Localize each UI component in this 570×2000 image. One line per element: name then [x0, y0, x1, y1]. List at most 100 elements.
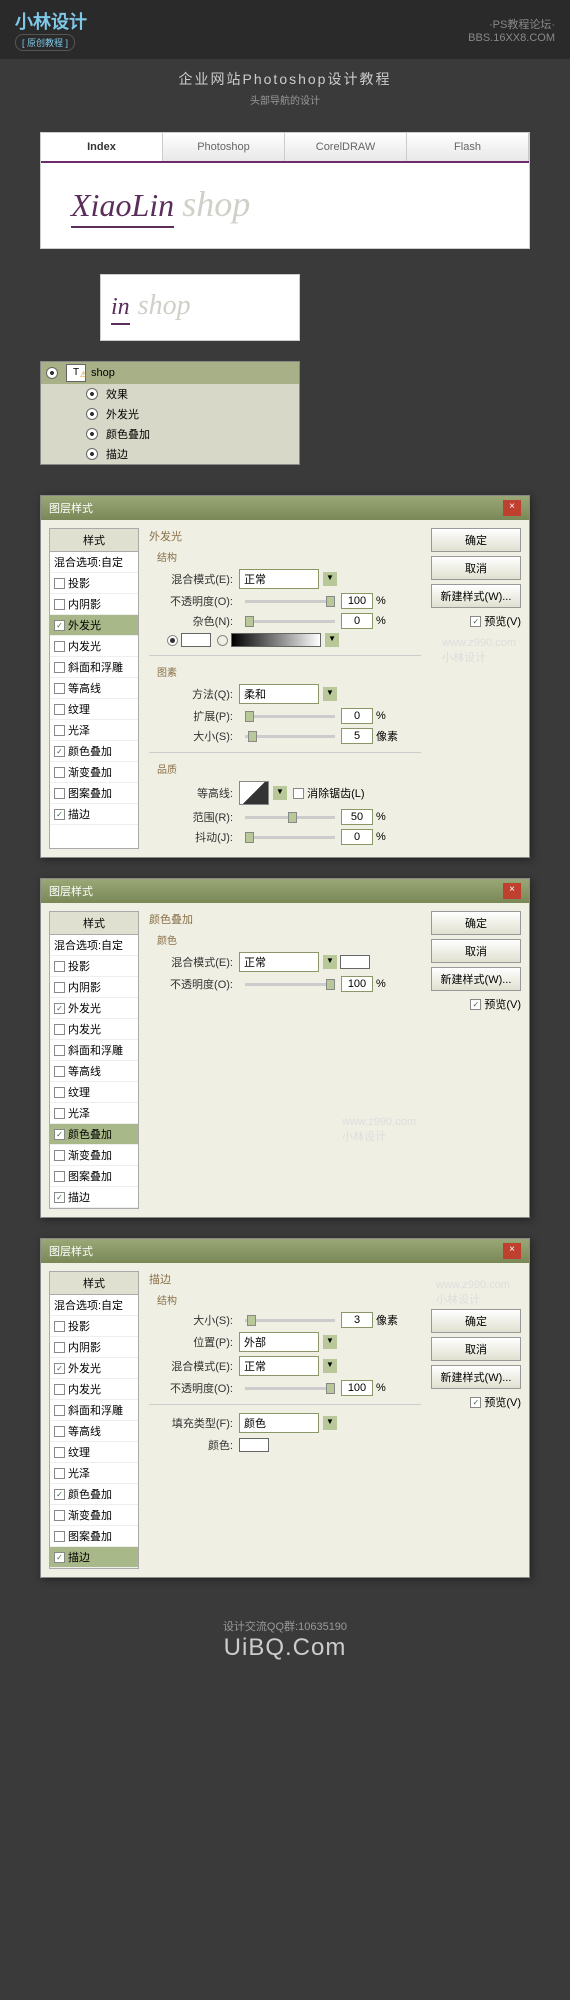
- checkbox[interactable]: [54, 982, 65, 993]
- checkbox[interactable]: [54, 1363, 65, 1374]
- close-icon[interactable]: ×: [503, 883, 521, 899]
- style-satin[interactable]: 光泽: [50, 720, 138, 741]
- color-swatch[interactable]: [239, 1438, 269, 1452]
- preview-checkbox[interactable]: [470, 999, 481, 1010]
- dialog-titlebar[interactable]: 图层样式 ×: [41, 1239, 529, 1263]
- ok-button[interactable]: 确定: [431, 528, 521, 552]
- size-slider[interactable]: [245, 1319, 335, 1322]
- spread-input[interactable]: 0: [341, 708, 373, 724]
- style-outer-glow[interactable]: 外发光: [50, 998, 138, 1019]
- layer-row[interactable]: T⚠ shop: [41, 362, 299, 384]
- style-color-overlay[interactable]: 颜色叠加: [50, 1484, 138, 1505]
- preview-checkbox[interactable]: [470, 1397, 481, 1408]
- checkbox[interactable]: [54, 725, 65, 736]
- checkbox[interactable]: [54, 1510, 65, 1521]
- checkbox[interactable]: [54, 578, 65, 589]
- checkbox[interactable]: [54, 1405, 65, 1416]
- chevron-down-icon[interactable]: ▼: [323, 955, 337, 969]
- visibility-icon[interactable]: [86, 408, 98, 420]
- slider-thumb[interactable]: [245, 616, 254, 627]
- size-slider[interactable]: [245, 735, 335, 738]
- style-texture[interactable]: 纹理: [50, 1442, 138, 1463]
- style-pattern-overlay[interactable]: 图案叠加: [50, 1166, 138, 1187]
- ok-button[interactable]: 确定: [431, 1309, 521, 1333]
- style-color-overlay[interactable]: 颜色叠加: [50, 1124, 138, 1145]
- style-bevel[interactable]: 斜面和浮雕: [50, 1400, 138, 1421]
- slider-thumb[interactable]: [326, 979, 335, 990]
- opacity-slider[interactable]: [245, 600, 335, 603]
- checkbox[interactable]: [54, 1087, 65, 1098]
- style-bevel[interactable]: 斜面和浮雕: [50, 1040, 138, 1061]
- slider-thumb[interactable]: [247, 1315, 256, 1326]
- style-drop-shadow[interactable]: 投影: [50, 956, 138, 977]
- checkbox[interactable]: [54, 1426, 65, 1437]
- color-radio[interactable]: [167, 635, 178, 646]
- checkbox[interactable]: [54, 1531, 65, 1542]
- checkbox[interactable]: [54, 1468, 65, 1479]
- style-gradient-overlay[interactable]: 渐变叠加: [50, 1505, 138, 1526]
- slider-thumb[interactable]: [326, 1383, 335, 1394]
- tab-coreldraw[interactable]: CorelDRAW: [285, 133, 407, 161]
- checkbox[interactable]: [54, 641, 65, 652]
- style-gradient-overlay[interactable]: 渐变叠加: [50, 1145, 138, 1166]
- jitter-input[interactable]: 0: [341, 829, 373, 845]
- slider-thumb[interactable]: [245, 711, 254, 722]
- chevron-down-icon[interactable]: ▼: [323, 1416, 337, 1430]
- checkbox[interactable]: [54, 767, 65, 778]
- blend-mode-dropdown[interactable]: 正常: [239, 1356, 319, 1376]
- style-stroke[interactable]: 描边: [50, 1547, 138, 1568]
- checkbox[interactable]: [54, 1150, 65, 1161]
- noise-slider[interactable]: [245, 620, 335, 623]
- blend-options[interactable]: 混合选项:自定: [50, 1295, 138, 1316]
- style-bevel[interactable]: 斜面和浮雕: [50, 657, 138, 678]
- dialog-titlebar[interactable]: 图层样式 ×: [41, 879, 529, 903]
- opacity-input[interactable]: 100: [341, 976, 373, 992]
- style-drop-shadow[interactable]: 投影: [50, 1316, 138, 1337]
- style-color-overlay[interactable]: 颜色叠加: [50, 741, 138, 762]
- style-stroke[interactable]: 描边: [50, 804, 138, 825]
- style-outer-glow[interactable]: 外发光: [50, 1358, 138, 1379]
- style-inner-glow[interactable]: 内发光: [50, 636, 138, 657]
- color-swatch[interactable]: [181, 633, 211, 647]
- checkbox[interactable]: [54, 683, 65, 694]
- style-contour[interactable]: 等高线: [50, 678, 138, 699]
- chevron-down-icon[interactable]: ▼: [323, 687, 337, 701]
- style-gradient-overlay[interactable]: 渐变叠加: [50, 762, 138, 783]
- style-contour[interactable]: 等高线: [50, 1421, 138, 1442]
- effect-item[interactable]: 颜色叠加: [41, 424, 299, 444]
- opacity-slider[interactable]: [245, 983, 335, 986]
- blend-mode-dropdown[interactable]: 正常: [239, 569, 319, 589]
- effect-item[interactable]: 描边: [41, 444, 299, 464]
- checkbox[interactable]: [54, 961, 65, 972]
- blend-options[interactable]: 混合选项:自定: [50, 935, 138, 956]
- style-inner-glow[interactable]: 内发光: [50, 1379, 138, 1400]
- checkbox[interactable]: [54, 1066, 65, 1077]
- slider-thumb[interactable]: [248, 731, 257, 742]
- checkbox[interactable]: [54, 1024, 65, 1035]
- checkbox[interactable]: [54, 1045, 65, 1056]
- checkbox[interactable]: [54, 1342, 65, 1353]
- style-inner-glow[interactable]: 内发光: [50, 1019, 138, 1040]
- checkbox[interactable]: [54, 1321, 65, 1332]
- gradient-swatch[interactable]: [231, 633, 321, 647]
- style-pattern-overlay[interactable]: 图案叠加: [50, 1526, 138, 1547]
- preview-checkbox[interactable]: [470, 616, 481, 627]
- range-slider[interactable]: [245, 816, 335, 819]
- style-outer-glow[interactable]: 外发光: [50, 615, 138, 636]
- style-contour[interactable]: 等高线: [50, 1061, 138, 1082]
- blend-options[interactable]: 混合选项:自定: [50, 552, 138, 573]
- chevron-down-icon[interactable]: ▼: [323, 572, 337, 586]
- checkbox[interactable]: [54, 662, 65, 673]
- style-inner-shadow[interactable]: 内阴影: [50, 1337, 138, 1358]
- checkbox[interactable]: [54, 1108, 65, 1119]
- checkbox[interactable]: [54, 788, 65, 799]
- checkbox[interactable]: [54, 746, 65, 757]
- chevron-down-icon[interactable]: ▼: [323, 1335, 337, 1349]
- visibility-icon[interactable]: [86, 428, 98, 440]
- cancel-button[interactable]: 取消: [431, 1337, 521, 1361]
- cancel-button[interactable]: 取消: [431, 939, 521, 963]
- tab-photoshop[interactable]: Photoshop: [163, 133, 285, 161]
- new-style-button[interactable]: 新建样式(W)...: [431, 1365, 521, 1389]
- checkbox[interactable]: [54, 704, 65, 715]
- chevron-down-icon[interactable]: ▼: [323, 1359, 337, 1373]
